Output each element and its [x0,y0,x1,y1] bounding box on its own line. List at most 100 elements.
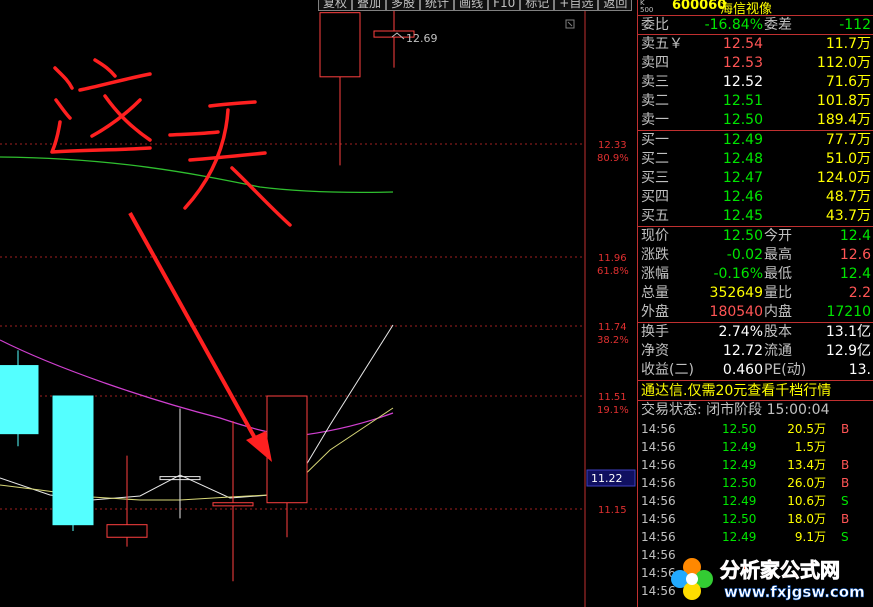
candle-4[interactable] [212,421,254,582]
stat-row-1-v: -0.02 [726,247,763,263]
ask-row-1-v2: 189.4万 [816,112,871,128]
quote-title: K 500 600060 海信视像 [638,0,873,17]
candle-body [266,395,308,504]
bid-row-5[interactable]: 买五 12.45 43.7万 [638,207,873,226]
ask-row-4[interactable]: 卖四 12.53 112.0万 [638,54,873,73]
stat-row-2-v: -0.16% [713,266,763,282]
candle-body [212,502,254,507]
stat2-row-0[interactable]: 换手 2.74% 股本 13.1亿 [638,323,873,342]
stat2-row-0-k: 换手 [641,324,669,340]
stat2-row-0-v2: 13.1亿 [825,324,871,340]
svg-text:分析家公式网: 分析家公式网 [720,558,840,582]
red-arrow-annotation [128,212,272,462]
chart-settings-icon[interactable] [565,19,575,29]
svg-text:12.69: 12.69 [406,32,438,45]
quote-panel: K 500 600060 海信视像 委比 -16.84% 委差 -112 卖五￥ 1… [637,0,873,607]
candle-6[interactable] [319,12,361,166]
tick-p: 12.50 [722,512,757,526]
stat-row-3-k2: 量比 [764,285,792,301]
toolbar-button-8[interactable]: 返回 [598,0,633,11]
tick-vol: 18.0万 [787,512,826,526]
toolbar-button-0[interactable]: 复权 [318,0,353,11]
stat-row-3-v: 352649 [709,285,763,301]
chart-toolbar: 复权 叠加 多股 统计 画线 F10 标记 +自选 返回 [318,0,636,11]
stat-row-4[interactable]: 外盘 180540 内盘 17210 [638,303,873,322]
tick-p: 12.50 [722,422,757,436]
bid-row-1-v2: 77.7万 [825,132,871,148]
ask-row-5[interactable]: 卖五￥ 12.54 11.7万 [638,35,873,54]
ask-row-2-v: 12.51 [722,93,763,109]
stat-row-4-k2: 内盘 [764,304,792,320]
bid-row-5-k: 买五 [641,208,669,224]
tick-bs: B [841,458,850,472]
toolbar-button-5[interactable]: F10 [488,0,521,11]
stat2-row-1[interactable]: 净资 12.72 流通 12.9亿 [638,342,873,361]
stat-row-4-v: 180540 [709,304,763,320]
tick-bs: B [841,512,850,526]
ask-row-3-v: 12.52 [722,74,763,90]
tick-row[interactable]: 14:56 12.50 26.0万 B [638,474,873,492]
price-axis-label: 11.96 [598,253,627,264]
svg-text:www.fxjgsw.com: www.fxjgsw.com [724,583,865,601]
stat2-row-2-k2: PE(动) [764,362,807,378]
toolbar-button-1[interactable]: 叠加 [352,0,387,11]
bid-row-3[interactable]: 买三 12.47 124.0万 [638,169,873,188]
ask-row-3[interactable]: 卖三 12.52 71.6万 [638,73,873,92]
stat-row-1-v2: 12.6 [839,247,871,263]
tick-bs: S [841,494,849,508]
bid-levels: 买一 12.49 77.7万 买二 12.48 51.0万 买三 12.47 124.0万 买四 1… [638,131,873,227]
bid-row-2[interactable]: 买二 12.48 51.0万 [638,150,873,169]
candle-1[interactable] [52,395,94,531]
tick-row[interactable]: 14:56 12.50 18.0万 B [638,510,873,528]
ask-row-5-v: 12.54 [722,36,763,52]
candle-0[interactable] [0,350,39,447]
ask-row-1[interactable]: 卖一 12.50 189.4万 [638,111,873,130]
stat-row-2[interactable]: 涨幅 -0.16% 最低 12.4 [638,265,873,284]
toolbar-button-7[interactable]: +自选 [554,0,599,11]
candle-body [52,395,94,526]
stat2-row-2-v2: 13. [848,362,871,378]
tick-row[interactable]: 14:56 12.49 1.5万 [638,438,873,456]
tick-row[interactable]: 14:56 12.49 10.6万 S [638,492,873,510]
fib-level-label: 38.2% [597,335,629,346]
tick-bs: S [841,530,849,544]
tick-t: 14:56 [641,440,676,454]
tick-row[interactable]: 14:56 12.50 20.5万 B [638,420,873,438]
ask-row-2-v2: 101.8万 [816,93,871,109]
fib-level-label: 19.1% [597,405,629,416]
stat-row-3-v2: 2.2 [848,285,871,301]
tick-bs: B [841,476,850,490]
promo-banner[interactable]: 通达信.仅需20元查看千档行情 [638,381,873,401]
candles[interactable] [0,0,415,582]
candle-2[interactable] [106,455,148,547]
stat-row-1[interactable]: 涨跌 -0.02 最高 12.6 [638,246,873,265]
toolbar-button-4[interactable]: 画线 [454,0,489,11]
candle-3[interactable] [159,408,201,519]
candle-body [319,12,361,78]
fib-level-label: 61.8% [597,266,629,277]
toolbar-button-6[interactable]: 标记 [520,0,555,11]
stat2-row-2-k: 收益(二) [641,362,694,378]
bid-row-4-v2: 48.7万 [825,189,871,205]
candlestick-chart[interactable]: 12.69 12.33 11.96 11.74 11.51 11.15 11.22 80… [0,0,637,607]
tick-row[interactable]: 14:56 12.49 13.4万 B [638,456,873,474]
stat-row-1-k2: 最高 [764,247,792,263]
toolbar-button-3[interactable]: 统计 [420,0,455,11]
stat-row-3[interactable]: 总量 352649 量比 2.2 [638,284,873,303]
toolbar-button-2[interactable]: 多股 [386,0,421,11]
bid-row-3-v: 12.47 [722,170,763,186]
ask-row-5-k: 卖五￥ [641,36,683,52]
bid-row-5-v2: 43.7万 [825,208,871,224]
candle-5[interactable] [266,395,308,538]
bid-row-1[interactable]: 买一 12.49 77.7万 [638,131,873,150]
bid-row-4[interactable]: 买四 12.46 48.7万 [638,188,873,207]
stat-row-0[interactable]: 现价 12.50 今开 12.4 [638,227,873,246]
chart-mode-tag[interactable]: K 500 [640,0,653,14]
ask-row-2[interactable]: 卖二 12.51 101.8万 [638,92,873,111]
ask-levels: 卖五￥ 12.54 11.7万 卖四 12.53 112.0万 卖三 12.52 71.6万 卖二… [638,35,873,131]
stat2-row-2[interactable]: 收益(二) 0.460 PE(动) 13. [638,361,873,380]
stat2-row-2-v: 0.460 [722,362,763,378]
tick-bs: B [841,422,850,436]
bid-row-3-v2: 124.0万 [816,170,871,186]
tick-row[interactable]: 14:56 12.49 9.1万 S [638,528,873,546]
